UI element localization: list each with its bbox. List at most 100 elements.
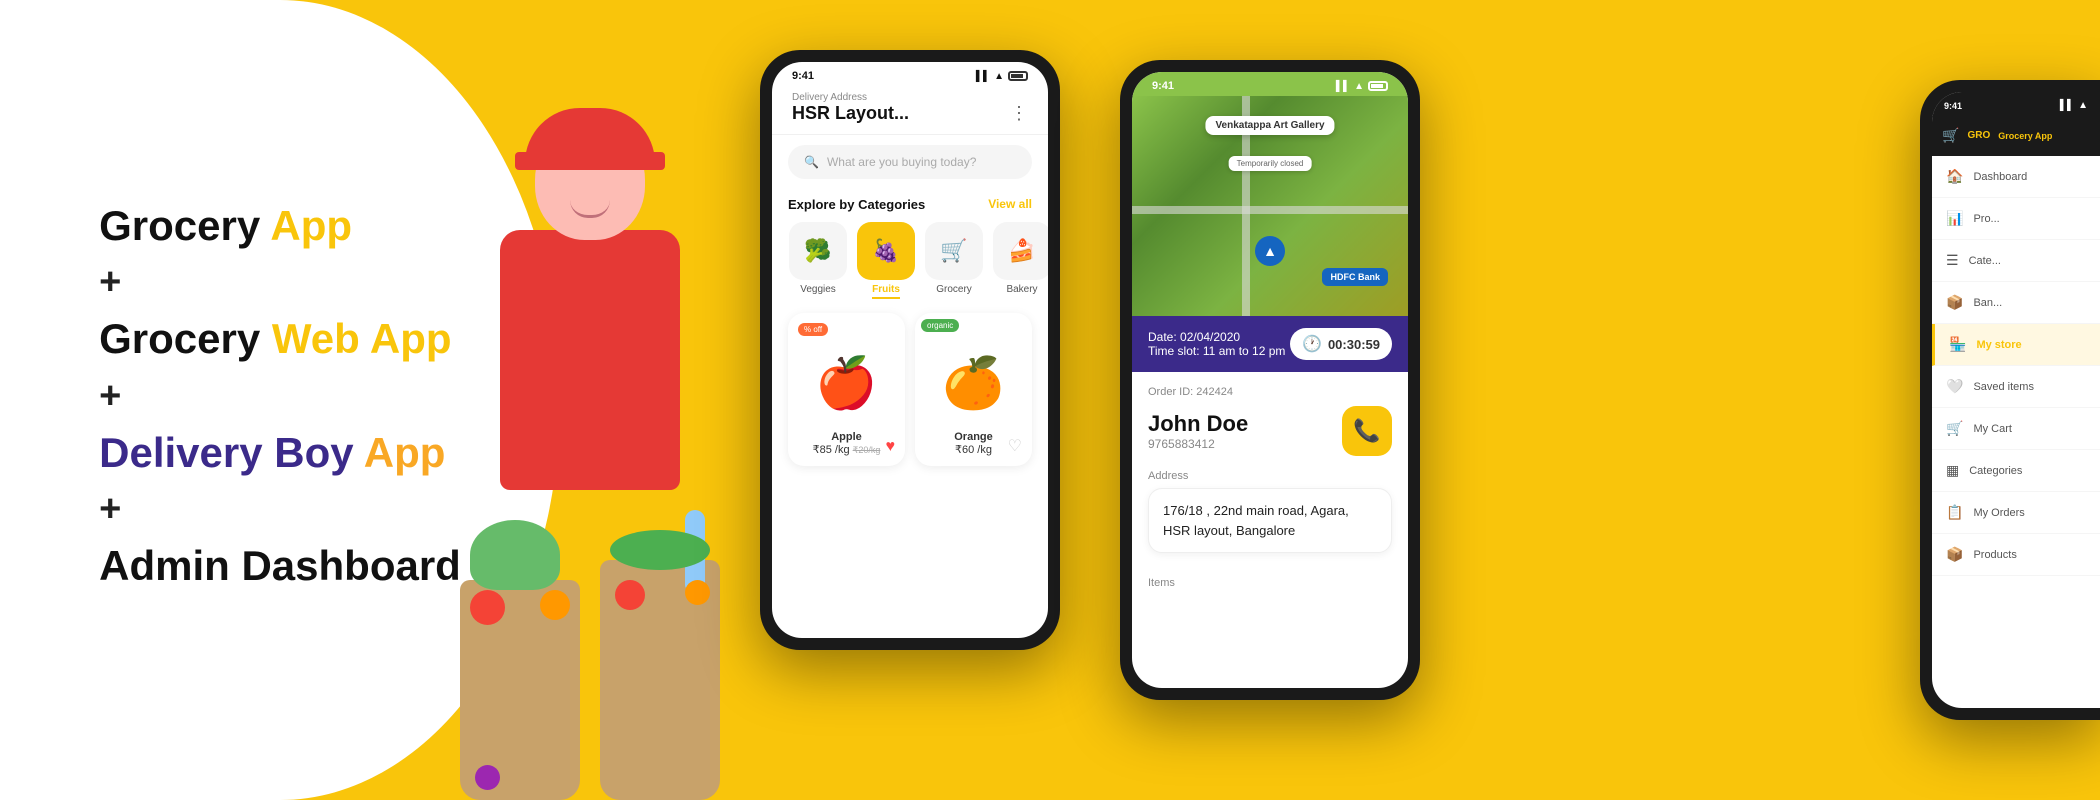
phone2-items-label: Items	[1148, 565, 1392, 589]
grocery-icon: 🛒	[925, 222, 983, 280]
apple-heart-icon[interactable]: ♥	[886, 438, 896, 456]
phone2-map: Venkatappa Art Gallery Temporarily close…	[1132, 96, 1408, 316]
phone1-address-value: HSR Layout...	[792, 103, 909, 124]
phone3-logo-icon: 🛒	[1942, 127, 1959, 144]
products-top-icon: 📊	[1946, 210, 1963, 227]
banner-label: Ban...	[1973, 297, 2002, 309]
phone1-view-all[interactable]: View all	[988, 197, 1032, 212]
nav-item-my-orders[interactable]: 📋 My Orders	[1932, 492, 2100, 534]
veggies-icon: 🥦	[789, 222, 847, 280]
my-cart-label: My Cart	[1973, 423, 2012, 435]
nav-item-banner[interactable]: 📦 Ban...	[1932, 282, 2100, 324]
phone3-screen: 9:41 ▌▌▲ 🛒 GRO Grocery App 🏠 Dashboard 📊…	[1932, 92, 2100, 708]
person-figure	[430, 100, 750, 800]
grocery-text: Grocery	[99, 202, 260, 249]
phone3-logo-full: Grocery App	[1998, 131, 2052, 141]
search-icon: 🔍	[804, 155, 819, 169]
nav-item-dashboard[interactable]: 🏠 Dashboard	[1932, 156, 2100, 198]
nav-item-saved-items[interactable]: 🤍 Saved items	[1932, 366, 2100, 408]
phone2-countdown-timer: 🕐 00:30:59	[1290, 328, 1392, 360]
product-apple[interactable]: % off 🍎 Apple ₹85 /kg ₹20/kg ♥	[788, 313, 905, 466]
phone1-time: 9:41	[792, 70, 814, 82]
nav-item-my-store[interactable]: 🏪 My store	[1932, 324, 2100, 366]
phone2-customer-phone: 9765883412	[1148, 437, 1248, 451]
categories-icon: ▦	[1946, 462, 1959, 479]
nav-item-my-cart[interactable]: 🛒 My Cart	[1932, 408, 2100, 450]
call-icon: 📞	[1353, 418, 1380, 444]
dashboard-icon: 🏠	[1946, 168, 1963, 185]
category-grocery[interactable]: 🛒 Grocery	[924, 222, 984, 299]
my-orders-icon: 📋	[1946, 504, 1963, 521]
phone2-address-section: Address 176/18 , 22nd main road, Agara,H…	[1148, 470, 1392, 553]
phone2-status-icons: ▌▌▲	[1336, 81, 1388, 92]
saved-items-label: Saved items	[1973, 381, 2034, 393]
admin-dashboard-text: Admin Dashboard	[99, 542, 461, 589]
delivery-boy-text: Delivery Boy	[99, 429, 353, 476]
dashboard-label: Dashboard	[1973, 171, 2027, 183]
phone1-categories-list: 🥦 Veggies 🍇 Fruits 🛒 Grocery 🍰 Bakery	[772, 218, 1048, 303]
phone1-search-bar[interactable]: 🔍 What are you buying today?	[788, 145, 1032, 179]
map-nav-arrow: ▲	[1255, 236, 1285, 266]
phone3-shell: 9:41 ▌▌▲ 🛒 GRO Grocery App 🏠 Dashboard 📊…	[1920, 80, 2100, 720]
map-temporarily-closed: Temporarily closed	[1229, 156, 1312, 171]
heading-line3: Delivery Boy App	[99, 428, 461, 478]
apple-price: ₹85 /kg ₹20/kg	[798, 443, 895, 456]
phone1-address-label: Delivery Address	[792, 92, 1028, 103]
plus2: +	[99, 375, 461, 418]
phone2-address-label: Address	[1148, 470, 1392, 482]
phone3-container: 9:41 ▌▌▲ 🛒 GRO Grocery App 🏠 Dashboard 📊…	[1920, 80, 2100, 720]
plus3: +	[99, 488, 461, 531]
apple-badge: % off	[798, 323, 828, 336]
saved-items-icon: 🤍	[1946, 378, 1963, 395]
grocery-label: Grocery	[936, 284, 972, 295]
phone2-customer-row: John Doe 9765883412 📞	[1148, 406, 1392, 456]
person-cap-brim	[515, 152, 665, 170]
phone2-timer-bar: Date: 02/04/2020 Time slot: 11 am to 12 …	[1132, 316, 1408, 372]
bag-right	[600, 560, 720, 800]
phone2-status-bar: 9:41 ▌▌▲	[1132, 72, 1408, 96]
map-gallery-label: Venkatappa Art Gallery	[1205, 116, 1334, 135]
phone2-order-section: Order ID: 242424 John Doe 9765883412 📞 A…	[1132, 372, 1408, 603]
heading-line2: Grocery Web App	[99, 314, 461, 364]
map-bank-label: HDFC Bank	[1322, 268, 1388, 286]
my-store-icon: 🏪	[1949, 336, 1966, 353]
category-fruits[interactable]: 🍇 Fruits	[856, 222, 916, 299]
phone1-status-icons: ▌▌▲	[976, 71, 1028, 82]
nav-item-categories[interactable]: ▦ Categories	[1932, 450, 2100, 492]
fruits-icon: 🍇	[857, 222, 915, 280]
phone2-call-button[interactable]: 📞	[1342, 406, 1392, 456]
products-icon: 📦	[1946, 546, 1963, 563]
phone1-categories-header: Explore by Categories View all	[772, 189, 1048, 218]
phone1-shell: 9:41 ▌▌▲ Delivery Address HSR Layout... …	[760, 50, 1060, 650]
orange-organic-badge: organic	[921, 319, 959, 332]
phone2-time: 9:41	[1152, 80, 1174, 92]
my-orders-label: My Orders	[1973, 507, 2024, 519]
delivery-person	[420, 80, 760, 800]
phone3-logo-text: GRO	[1967, 130, 1990, 141]
grocery-web-text: Grocery	[99, 315, 260, 362]
product-orange[interactable]: organic 🍊 Orange ₹60 /kg ♡	[915, 313, 1032, 466]
category-bakery[interactable]: 🍰 Bakery	[992, 222, 1048, 299]
categories-label: Categories	[1969, 465, 2022, 477]
products-label: Products	[1973, 549, 2016, 561]
phone2-order-id: Order ID: 242424	[1148, 386, 1392, 398]
phone3-header: 🛒 GRO Grocery App	[1932, 115, 2100, 156]
phone1-section-title: Explore by Categories	[788, 197, 925, 212]
timer-clock-icon: 🕐	[1302, 334, 1322, 354]
app-text-yellow: App	[270, 202, 352, 249]
orange-wishlist-icon[interactable]: ♡	[1008, 436, 1022, 456]
nav-item-products[interactable]: 📦 Products	[1932, 534, 2100, 576]
nav-item-products-top[interactable]: 📊 Pro...	[1932, 198, 2100, 240]
phone2-container: 9:41 ▌▌▲ Venkatappa Art Gallery Temporar…	[1120, 60, 1420, 700]
fruits-label: Fruits	[872, 284, 900, 299]
veggies-label: Veggies	[800, 284, 836, 295]
phone3-status-bar: 9:41 ▌▌▲	[1932, 92, 2100, 115]
phone1-menu-dots[interactable]: ⋮	[1010, 103, 1028, 124]
category-veggies[interactable]: 🥦 Veggies	[788, 222, 848, 299]
bakery-label: Bakery	[1006, 284, 1037, 295]
plus1: +	[99, 261, 461, 304]
nav-item-categories-top[interactable]: ☰ Cate...	[1932, 240, 2100, 282]
bakery-icon: 🍰	[993, 222, 1048, 280]
products-top-label: Pro...	[1973, 213, 1999, 225]
timer-value: 00:30:59	[1328, 337, 1380, 352]
